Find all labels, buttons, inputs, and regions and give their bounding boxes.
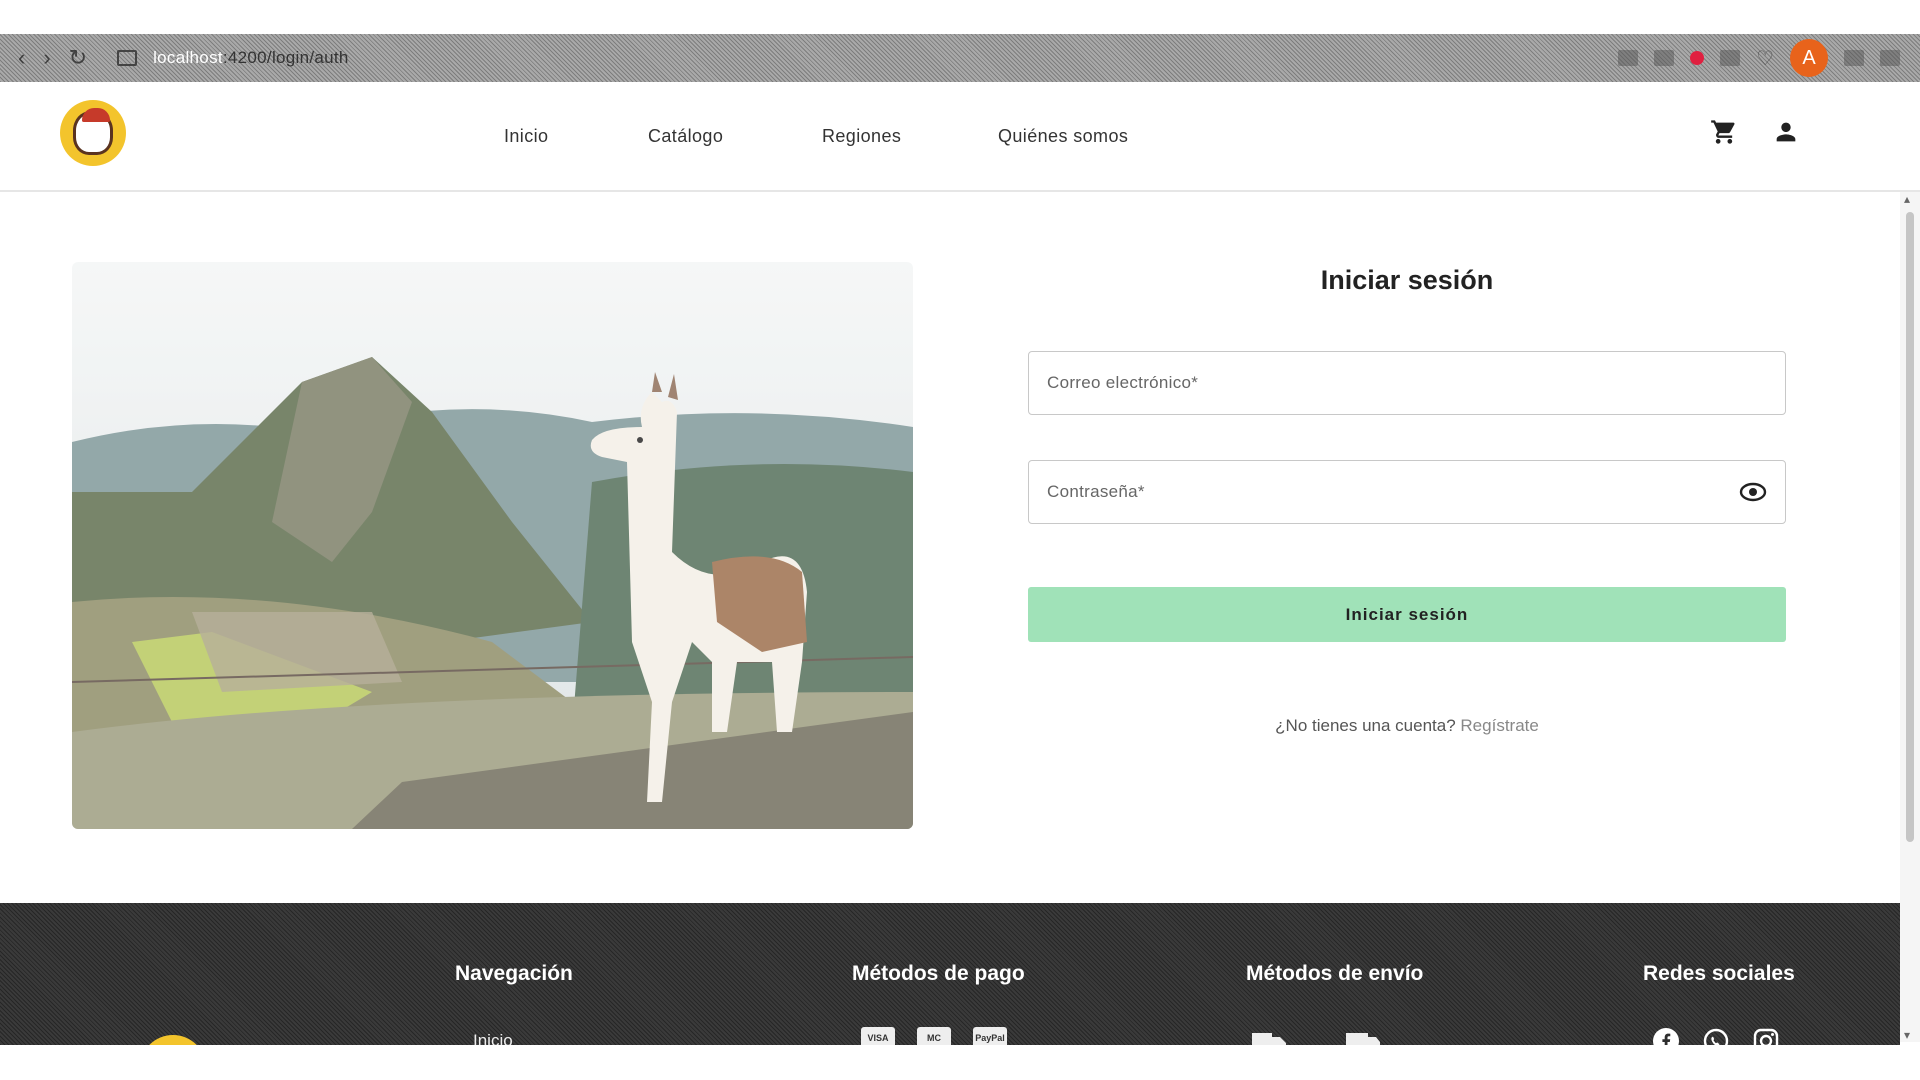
site-header: Inicio Catálogo Regiones Quiénes somos [0,82,1920,192]
show-password-eye-icon[interactable] [1739,482,1767,502]
footer-heading-payment: Métodos de pago [852,962,1025,985]
extension-icon[interactable] [1654,50,1675,66]
facebook-icon[interactable] [1652,1027,1680,1045]
footer-heading-shipping: Métodos de envío [1246,962,1424,985]
forward-arrow-icon[interactable]: › [43,45,50,71]
extension-icon[interactable] [1618,50,1639,66]
nav-link-regiones[interactable]: Regiones [822,126,901,147]
shipping-truck-icon [1346,1033,1380,1045]
header-actions [1710,118,1800,146]
register-link[interactable]: Regístrate [1460,716,1538,735]
footer-link-inicio[interactable]: Inicio [473,1031,513,1045]
menu-icon[interactable] [1844,50,1864,66]
site-footer: Navegación Inicio Métodos de pago VISA M… [0,903,1900,1045]
instagram-icon[interactable] [1752,1027,1780,1045]
site-info-icon[interactable] [117,50,138,66]
footer-brand-logo [140,1035,206,1045]
page-scrollbar[interactable]: ▴ ▾ [1900,192,1920,1042]
llama-mascot-icon [73,108,113,155]
whatsapp-icon[interactable] [1702,1027,1730,1045]
paypal-icon: PayPal [973,1027,1007,1045]
register-prompt: ¿No tienes una cuenta? Regístrate [1028,716,1786,736]
extension-icon[interactable] [1720,50,1741,66]
reload-icon[interactable]: ↻ [69,45,87,71]
password-field [1028,460,1786,524]
shipping-icons [1250,1027,1382,1045]
nav-link-catalogo[interactable]: Catálogo [648,126,723,147]
scroll-down-arrow-icon[interactable]: ▾ [1904,1028,1910,1042]
footer-heading-social: Redes sociales [1643,962,1795,985]
hero-image-llama-machu-picchu [72,262,913,829]
login-submit-button[interactable]: Iniciar sesión [1028,587,1786,642]
register-prompt-text: ¿No tienes una cuenta? [1275,716,1456,735]
login-title: Iniciar sesión [1320,265,1494,295]
email-input[interactable] [1047,373,1767,393]
browser-extensions: ♡ A [1618,39,1920,77]
window-icon[interactable] [1880,50,1900,66]
recording-extension-icon[interactable] [1690,51,1705,65]
delivery-truck-icon [1252,1033,1286,1045]
nav-link-quienes-somos[interactable]: Quiénes somos [998,126,1128,147]
address-path: :4200/login/auth [222,48,349,67]
user-icon[interactable] [1772,118,1800,146]
scroll-up-arrow-icon[interactable]: ▴ [1904,192,1910,206]
brand-logo[interactable] [60,100,126,166]
bookmark-heart-icon[interactable]: ♡ [1756,46,1774,71]
address-host: localhost [153,48,223,67]
profile-avatar[interactable]: A [1790,39,1828,77]
address-bar[interactable]: localhost :4200/login/auth [117,48,349,68]
social-icons [1652,1027,1780,1045]
payment-icons: VISA MC PayPal [861,1027,1007,1045]
scroll-thumb[interactable] [1906,212,1914,842]
back-arrow-icon[interactable]: ‹ [18,45,25,71]
nav-link-inicio[interactable]: Inicio [504,126,548,147]
browser-toolbar: ‹ › ↻ localhost :4200/login/auth ♡ A [0,34,1920,82]
cart-icon[interactable] [1710,118,1738,146]
password-input[interactable] [1047,482,1739,502]
mastercard-icon: MC [917,1027,951,1045]
visa-icon: VISA [861,1027,895,1045]
browser-bottom-strip [0,1045,1920,1080]
footer-heading-navigation: Navegación [455,962,573,985]
browser-top-strip [0,0,1920,34]
email-field [1028,351,1786,415]
